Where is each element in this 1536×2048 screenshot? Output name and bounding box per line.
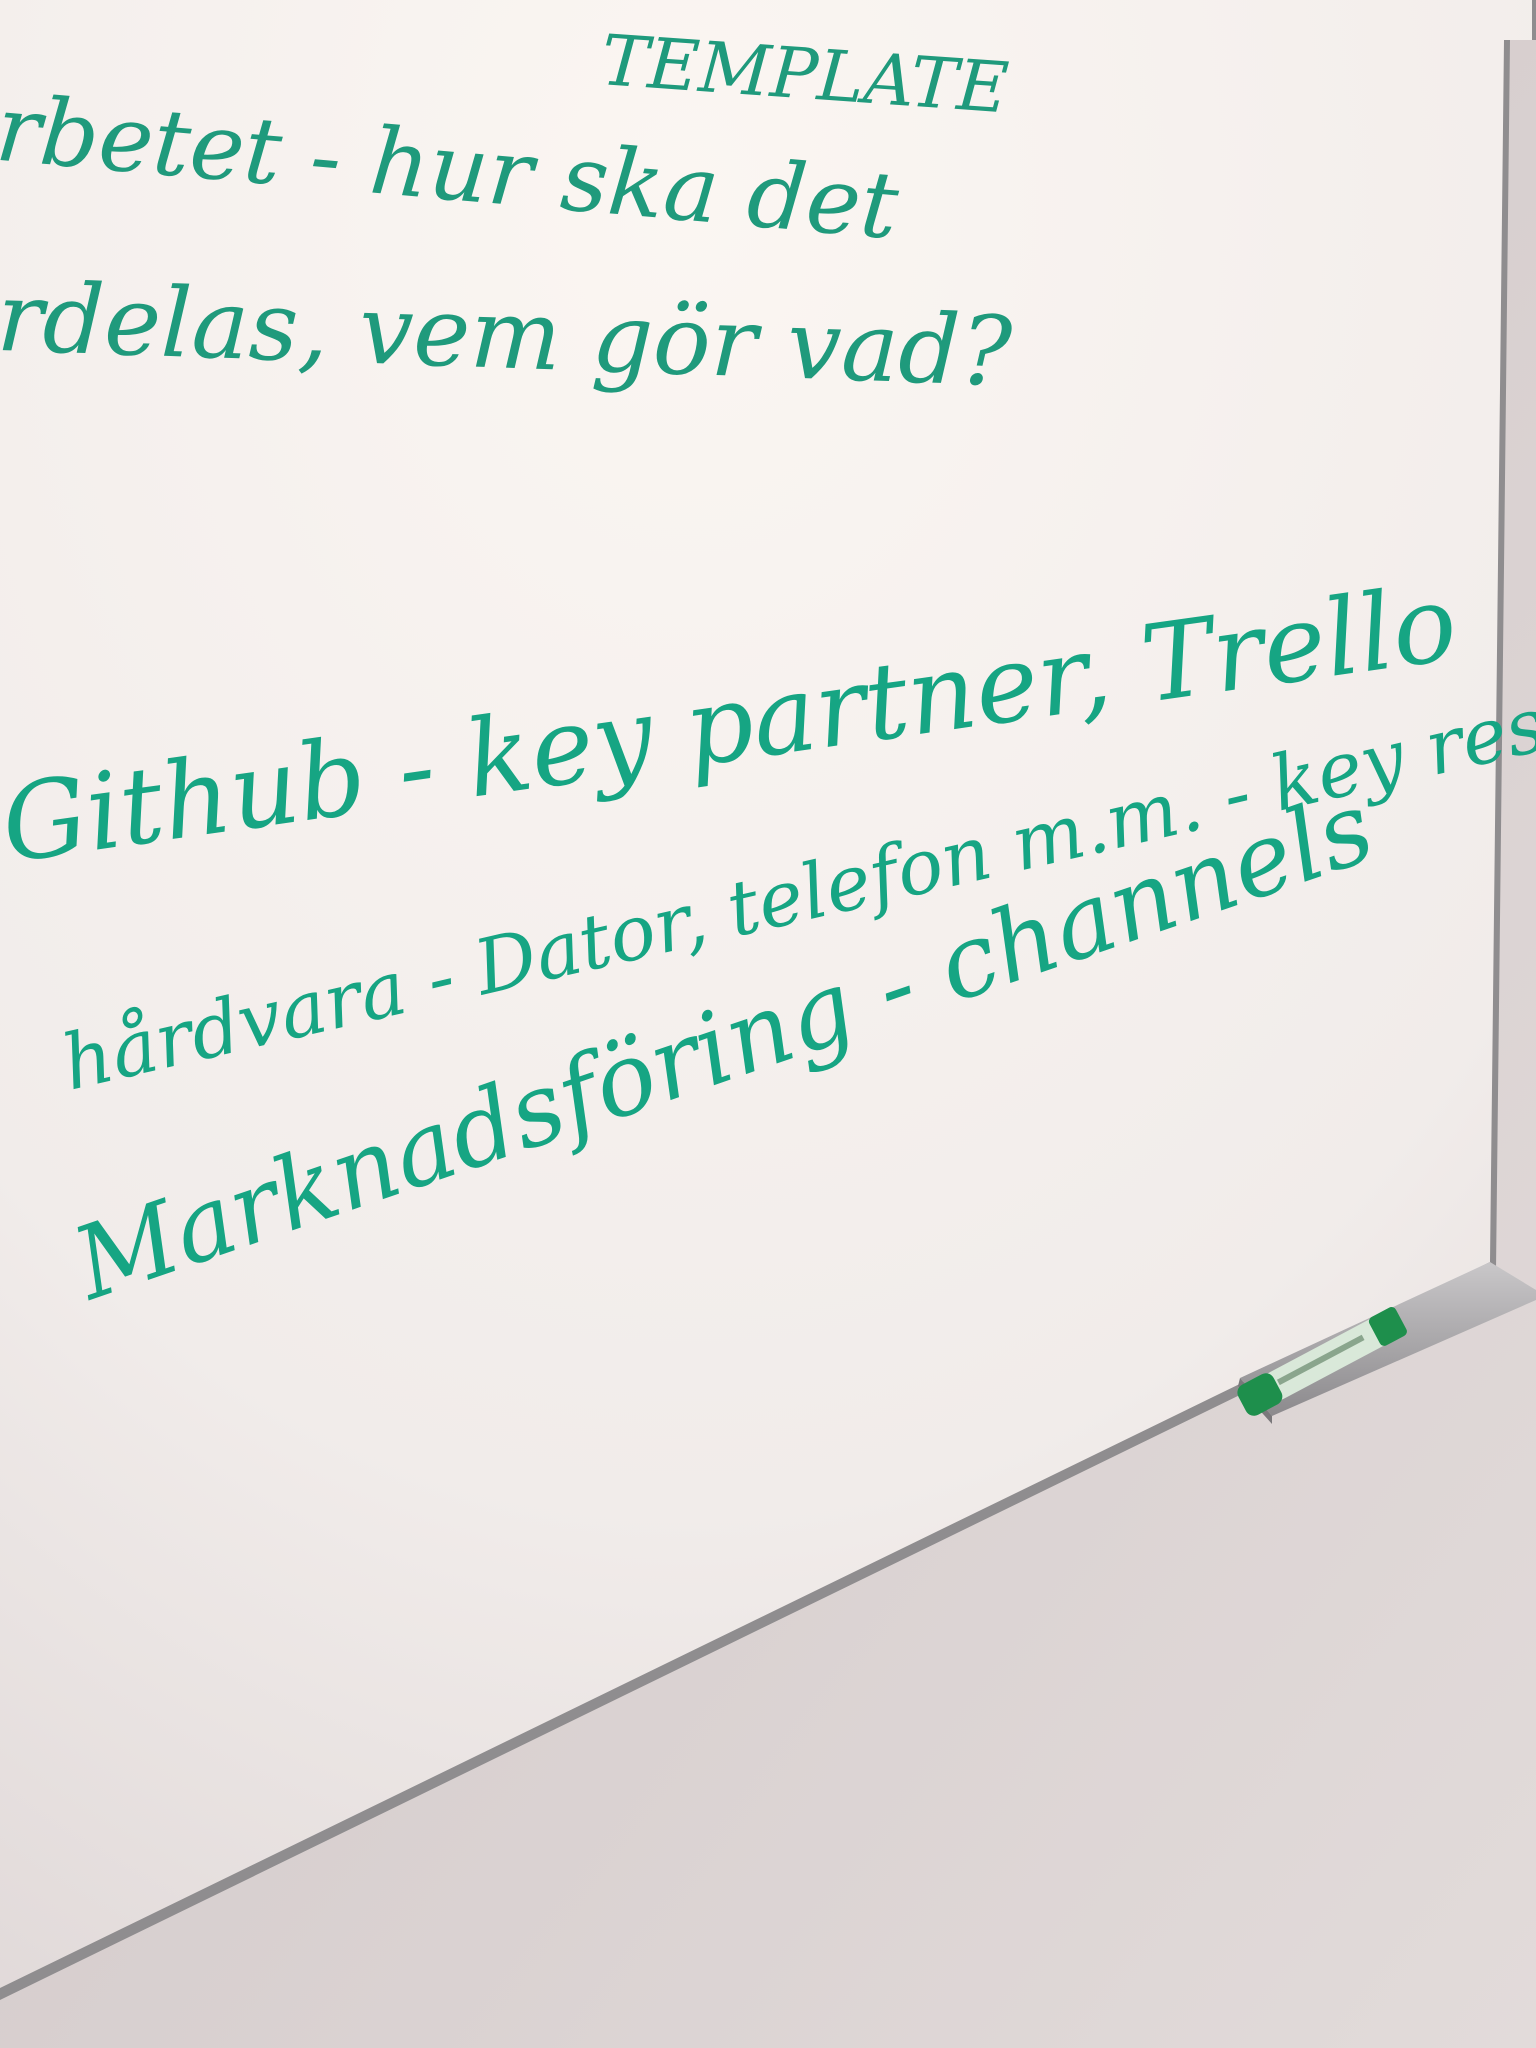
photo-scene: TEMPLATE rbetet - hur ska det rdelas, ve… <box>0 0 1536 2048</box>
